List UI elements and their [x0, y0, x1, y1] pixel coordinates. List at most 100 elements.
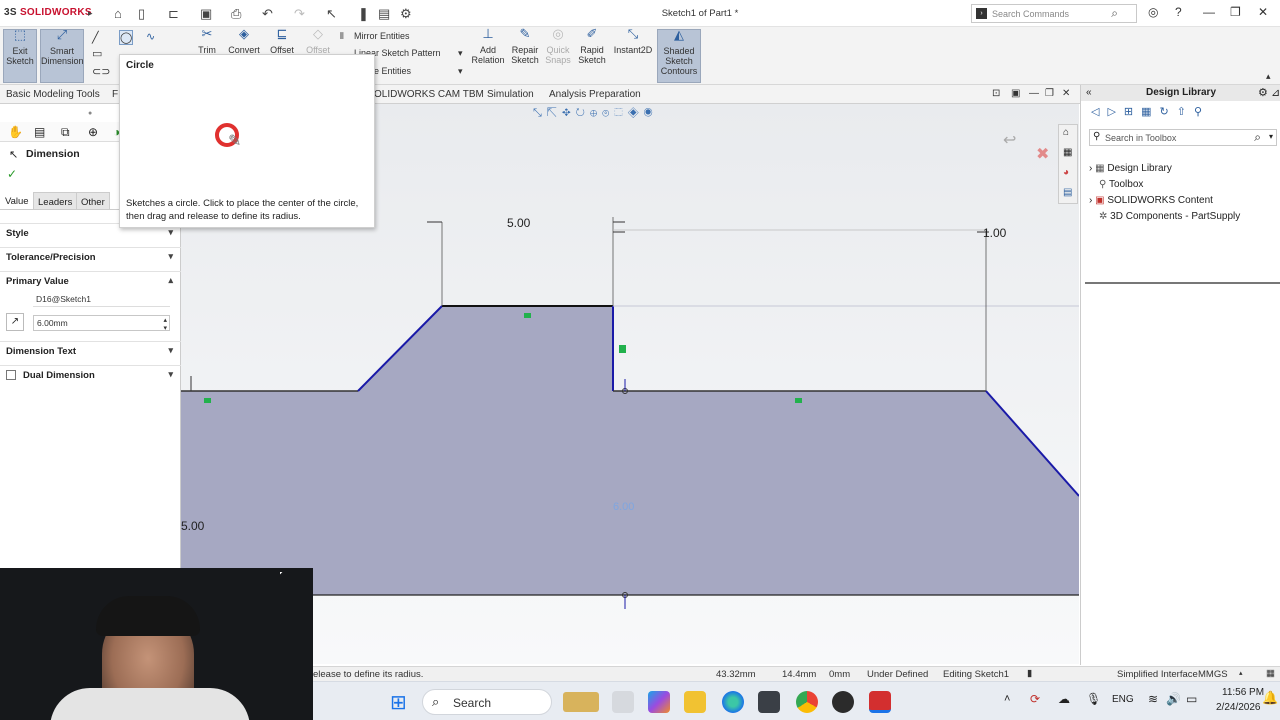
dual-dimension-section[interactable]: Dual Dimension ▾: [0, 365, 181, 385]
primary-value-section[interactable]: Primary Value ▴: [0, 271, 181, 291]
tab-simulation[interactable]: Simulation: [487, 89, 534, 100]
tab-features[interactable]: F: [112, 89, 118, 100]
redo-icon[interactable]: ↷: [294, 6, 305, 22]
tab-cam-tbm[interactable]: OLIDWORKS CAM TBM: [374, 89, 484, 100]
rectangle-icon[interactable]: ▭: [92, 47, 102, 60]
doc-close-icon[interactable]: ✕: [1062, 88, 1070, 99]
tree-item-toolbox[interactable]: ⚲ Toolbox: [1099, 179, 1143, 190]
select-icon[interactable]: ↖: [326, 6, 337, 22]
property-manager-icon[interactable]: ▤: [34, 125, 45, 139]
collapse-ribbon-icon[interactable]: ▴: [1266, 71, 1271, 82]
dual-dimension-checkbox[interactable]: [6, 370, 16, 380]
traffic-light-icon[interactable]: ❚: [358, 6, 369, 22]
open-icon[interactable]: ⊏: [168, 6, 179, 22]
minimize-icon[interactable]: —: [1203, 5, 1215, 19]
tab-other[interactable]: Other: [76, 192, 110, 210]
taskbar-search[interactable]: ⌕ Search: [422, 689, 599, 715]
microphone-icon[interactable]: 🎙: [1086, 692, 1101, 706]
move-entities-button[interactable]: e Entities: [374, 66, 411, 76]
windows-start-icon[interactable]: ⊞: [390, 690, 407, 715]
tray-expand-icon[interactable]: ˄: [1004, 693, 1010, 705]
solidworks-logo[interactable]: 3S SOLIDWORKS: [4, 7, 92, 18]
file-properties-icon[interactable]: ▤: [378, 6, 390, 22]
volume-icon[interactable]: 🔊: [1166, 692, 1181, 706]
rebuild-icon[interactable]: ▮: [1027, 668, 1032, 679]
tab-value[interactable]: Value: [5, 196, 29, 207]
dimension-label-top[interactable]: 5.00: [507, 216, 530, 230]
exit-sketch-button[interactable]: ⬚ Exit Sketch: [3, 28, 37, 83]
dimension-label-right[interactable]: 1.00: [983, 226, 1006, 240]
slot-icon[interactable]: ⊂⊃: [92, 65, 110, 78]
clock-time[interactable]: 11:56 PM: [1222, 687, 1264, 698]
appearance-icon[interactable]: ◕: [1063, 167, 1069, 178]
notification-icon[interactable]: 🔔: [1262, 690, 1278, 706]
unit-dropdown-icon[interactable]: ▴: [1239, 669, 1243, 677]
search-commands[interactable]: › Search Commands ⌕: [971, 4, 1137, 23]
restore-icon[interactable]: ❐: [1230, 5, 1241, 19]
confirmation-ok-icon[interactable]: ↩: [1003, 130, 1016, 150]
tab-analysis-preparation[interactable]: Analysis Preparation: [549, 89, 641, 100]
offset-surface-button[interactable]: ◇ Offset: [304, 27, 332, 55]
pane-options-icon[interactable]: ⚙: [1258, 86, 1268, 99]
tree-item-design-library[interactable]: › ▦ Design Library: [1089, 163, 1172, 174]
expand-icon[interactable]: ›: [1089, 163, 1092, 174]
configuration-manager-icon[interactable]: ⧉: [61, 125, 70, 140]
unity-icon[interactable]: [758, 691, 780, 713]
wifi-icon[interactable]: ≋: [1148, 692, 1158, 706]
tab-basic-modeling[interactable]: Basic Modeling Tools: [6, 89, 100, 100]
window-icon[interactable]: ▣: [1011, 88, 1020, 99]
help-icon[interactable]: ?: [1175, 5, 1182, 19]
unit-system[interactable]: MMGS: [1198, 669, 1228, 680]
search-icon[interactable]: ⌕: [1111, 6, 1118, 21]
clock-date[interactable]: 2/24/2026: [1216, 702, 1261, 713]
close-icon[interactable]: ✕: [1258, 5, 1268, 19]
feature-manager-icon[interactable]: ✋: [8, 125, 23, 139]
dimension-name-field[interactable]: D16@Sketch1: [33, 293, 170, 307]
doc-restore-icon[interactable]: ❐: [1045, 88, 1054, 99]
file-explorer-icon[interactable]: [684, 691, 706, 713]
custom-properties-icon[interactable]: ▤: [1063, 187, 1072, 198]
tile-icon[interactable]: ⊡: [992, 88, 1000, 99]
search-icon[interactable]: ⌕: [1254, 130, 1261, 145]
tree-item-3d-components[interactable]: ✲ 3D Components - PartSupply: [1099, 211, 1240, 222]
dimension-label-active[interactable]: 6.00: [613, 501, 634, 513]
account-icon[interactable]: ◎: [1148, 5, 1158, 19]
tray-app-icon[interactable]: ⟳: [1030, 692, 1040, 706]
onedrive-icon[interactable]: ☁: [1058, 692, 1070, 706]
task-view-icon[interactable]: [612, 691, 634, 713]
library-icon[interactable]: ▦: [1063, 147, 1072, 158]
panel-grip[interactable]: ●: [88, 110, 92, 117]
circle-tool-icon[interactable]: ◯: [119, 30, 133, 45]
tree-item-solidworks-content[interactable]: › ▣ SOLIDWORKS Content: [1089, 195, 1213, 206]
dimxpert-icon[interactable]: ⊕: [88, 125, 98, 139]
smart-dimension-button[interactable]: ⤢ Smart Dimension: [40, 28, 84, 83]
print-icon[interactable]: ⎙: [231, 6, 241, 22]
expand-menu-icon[interactable]: ▸: [88, 8, 93, 19]
shaded-sketch-contours-button[interactable]: ◭ Shaded Sketch Contours: [657, 28, 701, 83]
doc-minimize-icon[interactable]: —: [1029, 88, 1039, 99]
mirror-entities-button[interactable]: Mirror Entities: [354, 31, 410, 41]
collapse-pane-icon[interactable]: «: [1086, 87, 1092, 98]
obs-icon[interactable]: [832, 691, 854, 713]
move-dropdown-icon[interactable]: ▾: [458, 66, 463, 77]
spin-icon[interactable]: ▴ ▾: [163, 316, 167, 332]
new-document-icon[interactable]: ▯: [138, 6, 145, 22]
rapid-sketch-button[interactable]: ✐ Rapid Sketch: [576, 27, 608, 65]
ok-icon[interactable]: ✓: [7, 167, 17, 181]
expand-icon[interactable]: ›: [1089, 195, 1092, 206]
dimension-label-left[interactable]: 5.00: [181, 519, 204, 533]
undo-icon[interactable]: ↶: [262, 6, 273, 22]
chrome-icon[interactable]: [796, 691, 818, 713]
repair-sketch-button[interactable]: ✎ Repair Sketch: [508, 27, 542, 65]
dimension-value-input[interactable]: 6.00mm ▴ ▾: [33, 315, 170, 332]
battery-icon[interactable]: ▭: [1186, 692, 1197, 706]
pin-icon[interactable]: ⊿: [1271, 86, 1280, 99]
save-icon[interactable]: ▣: [200, 6, 212, 22]
spline-icon[interactable]: ∿: [146, 30, 155, 43]
dimension-text-section[interactable]: Dimension Text ▾: [0, 341, 181, 361]
interface-mode[interactable]: Simplified Interface: [1117, 669, 1198, 680]
customize-icon[interactable]: ▦: [1266, 668, 1275, 679]
trim-button[interactable]: ✂ Trim: [195, 27, 219, 55]
quick-snaps-button[interactable]: ◎ Quick Snaps: [543, 27, 573, 65]
chevron-down-icon[interactable]: ▾: [1269, 132, 1273, 141]
